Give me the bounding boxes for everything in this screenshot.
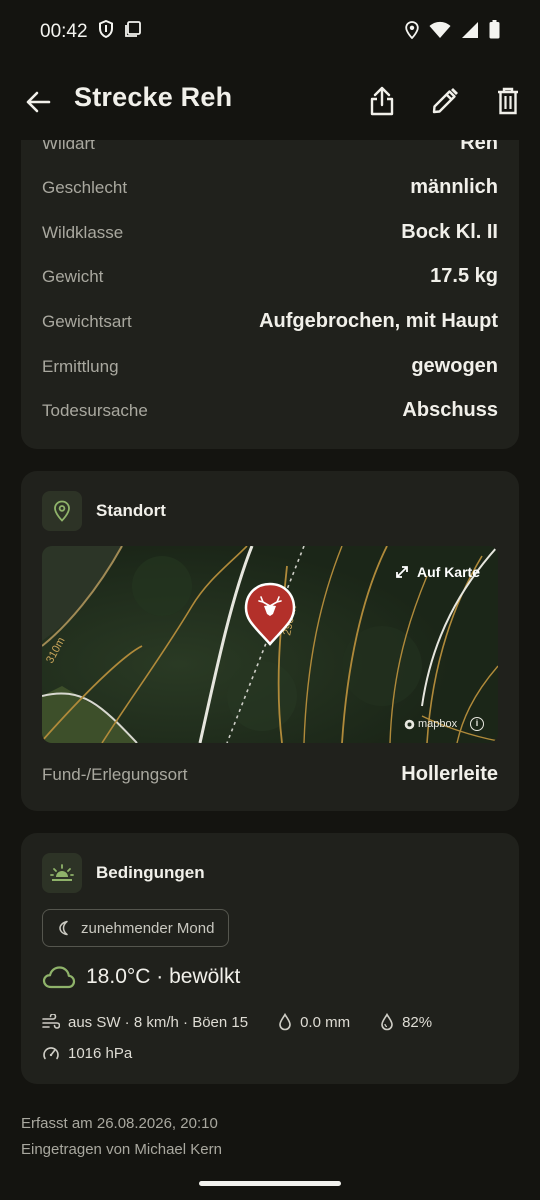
mapbox-icon [404, 719, 415, 729]
weather-temperature: 18.0°C · bewölkt [86, 965, 241, 988]
status-time: 00:42 [40, 21, 88, 42]
location-header: Standort [42, 491, 166, 531]
moon-icon [59, 920, 68, 936]
open-map-label: Auf Karte [416, 564, 480, 580]
map-preview[interactable]: 310m 290 m Auf Karte mapbox i [42, 546, 498, 743]
delete-button[interactable] [491, 84, 525, 118]
back-button[interactable] [22, 86, 54, 118]
shield-icon [98, 19, 114, 44]
expand-icon [396, 566, 408, 578]
map-info-button[interactable]: i [470, 717, 484, 731]
conditions-header: Bedingungen [42, 853, 205, 893]
sunrise-icon [42, 853, 82, 893]
precipitation-icon [279, 1013, 291, 1031]
entered-by: Eingetragen von Michael Kern [21, 1141, 222, 1158]
location-icon [405, 20, 419, 44]
mapbox-attribution: mapbox [418, 718, 458, 730]
detail-label: Gewichtsart [42, 312, 132, 331]
page-title: Strecke Reh [74, 82, 233, 112]
detail-row-geschlecht: Geschlecht männlich [42, 176, 498, 199]
wind-value: aus SW · 8 km/h · Böen 15 [68, 1013, 249, 1031]
gauge-icon [43, 1047, 59, 1060]
humidity-icon [381, 1013, 393, 1031]
detail-label: Geschlecht [42, 178, 128, 197]
cloud-icon [42, 966, 76, 989]
open-map-button[interactable]: Auf Karte [395, 564, 480, 580]
detail-label: Todesursache [42, 401, 148, 420]
detail-value: gewogen [411, 355, 498, 377]
battery-icon [489, 20, 500, 44]
moon-phase-chip: zunehmender Mond [42, 909, 230, 947]
wifi-icon [429, 21, 451, 44]
home-indicator[interactable] [199, 1181, 341, 1186]
weather-summary: 18.0°C · bewölkt [42, 965, 240, 989]
wind-line: aus SW · 8 km/h · Böen 15 0.0 mm 82% [42, 1013, 432, 1031]
place-row: Fund-/Erlegungsort Hollerleite [42, 763, 498, 786]
pressure-line: 1016 hPa [42, 1044, 132, 1062]
humidity-value: 82% [402, 1013, 433, 1031]
place-label: Fund-/Erlegungsort [42, 765, 188, 784]
detail-value: Abschuss [402, 399, 498, 421]
conditions-card: Bedingungen zunehmender Mond 18.0°C · be… [21, 833, 519, 1084]
arrow-back-icon [26, 91, 51, 113]
details-card: Wildart Reh Geschlecht männlich Wildklas… [21, 110, 519, 449]
location-title: Standort [96, 501, 166, 520]
edit-button[interactable] [428, 84, 462, 118]
location-pin-icon [42, 491, 82, 531]
wind-icon [42, 1014, 60, 1029]
conditions-title: Bedingungen [96, 863, 205, 882]
detail-row-wildklasse: Wildklasse Bock Kl. II [42, 221, 498, 244]
detail-row-todesursache: Todesursache Abschuss [42, 399, 498, 422]
detail-value: Bock Kl. II [401, 221, 498, 243]
pressure-value: 1016 hPa [68, 1044, 133, 1062]
mapbox-logo: mapbox [404, 718, 457, 730]
place-value: Hollerleite [401, 763, 498, 785]
detail-label: Gewicht [42, 267, 104, 286]
precipitation-value: 0.0 mm [300, 1013, 351, 1031]
trash-icon [498, 87, 518, 115]
moon-phase-label: zunehmender Mond [81, 919, 215, 937]
recorded-timestamp: Erfasst am 26.08.2026, 20:10 [21, 1115, 218, 1132]
share-button[interactable] [365, 84, 399, 118]
signal-icon [461, 21, 479, 44]
detail-value: Aufgebrochen, mit Haupt [259, 310, 498, 332]
detail-row-gewicht: Gewicht 17.5 kg [42, 265, 498, 288]
share-icon [370, 86, 394, 116]
detail-row-gewichtsart: Gewichtsart Aufgebrochen, mit Haupt [42, 310, 498, 333]
detail-row-ermittlung: Ermittlung gewogen [42, 355, 498, 378]
screenshot-icon [124, 20, 142, 44]
app-bar: Strecke Reh [0, 64, 540, 140]
location-card: Standort 310m 290 Auf Karte mapbox i Fun… [21, 471, 519, 811]
detail-value: 17.5 kg [430, 265, 498, 287]
detail-value: männlich [410, 176, 498, 198]
detail-label: Wildklasse [42, 223, 124, 242]
detail-label: Ermittlung [42, 357, 119, 376]
status-bar: 00:42 [0, 0, 540, 64]
pencil-icon [432, 88, 458, 114]
